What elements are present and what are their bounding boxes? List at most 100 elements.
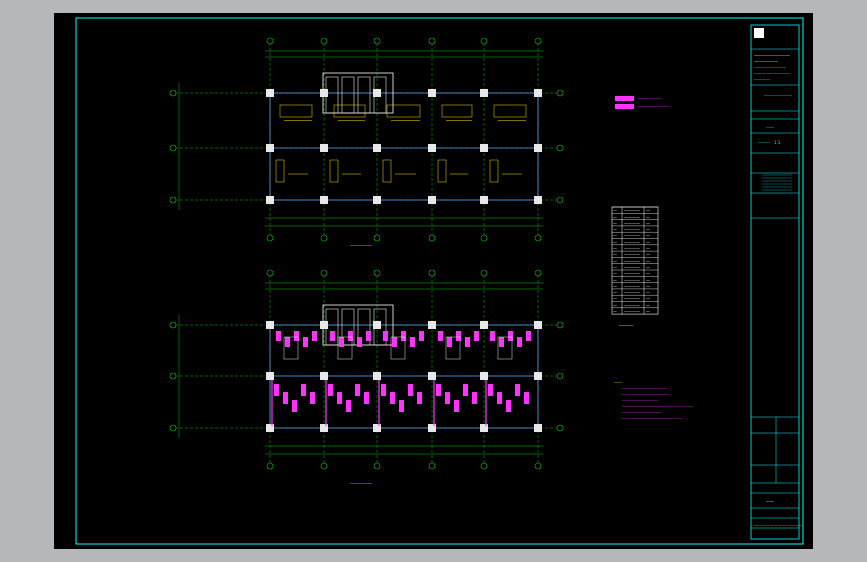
axis-bubble-bottom-0 <box>266 462 274 470</box>
axis-bubble-top-3 <box>428 269 436 277</box>
column-4-2 <box>480 424 488 432</box>
legend-swatch-1 <box>615 96 634 101</box>
upper-plan-caption: ___________ <box>350 241 372 246</box>
column-0-2 <box>266 424 274 432</box>
schedule-cell-8-1: ———— <box>624 258 640 263</box>
schedule-cell-11-0: — <box>613 277 617 282</box>
rebar-mark-2-0 <box>330 331 335 341</box>
axis-bubble-left-0 <box>169 321 177 329</box>
column-5-1 <box>534 372 542 380</box>
axis-bubble-top-2 <box>373 37 381 45</box>
column-0-0 <box>266 89 274 97</box>
axis-bubble-top-1 <box>320 269 328 277</box>
rebar-mark-low-5-3 <box>515 384 520 396</box>
rebar-mark-5-0 <box>490 331 495 341</box>
axis-bubble-right-1 <box>556 372 564 380</box>
rebar-mark-low-3-0 <box>381 384 386 396</box>
schedule-cell-4-2: — <box>646 233 650 238</box>
rebar-mark-low-2-1 <box>337 392 342 404</box>
schedule-cell-0-0: — <box>613 208 617 213</box>
rebar-mark-low-1-1 <box>283 392 288 404</box>
column-5-0 <box>534 321 542 329</box>
company-line-1: ————————— <box>754 53 790 58</box>
schedule-cell-5-0: — <box>613 240 617 245</box>
schedule-cell-11-2: — <box>646 277 650 282</box>
schedule-cell-0-2: — <box>646 208 650 213</box>
column-1-1 <box>320 144 328 152</box>
schedule-cell-14-0: — <box>613 296 617 301</box>
column-0-1 <box>266 372 274 380</box>
rebar-mark-low-2-4 <box>364 392 369 404</box>
schedule-cell-7-1: ———— <box>624 252 640 257</box>
schedule-cell-13-0: — <box>613 290 617 295</box>
column-5-0 <box>534 89 542 97</box>
rebar-mark-2-4 <box>366 331 371 341</box>
rebar-mark-low-1-2 <box>292 400 297 412</box>
rebar-mark-low-2-3 <box>355 384 360 396</box>
schedule-cell-16-2: — <box>646 309 650 314</box>
stair-flight-1 <box>341 76 355 114</box>
rebar-mark-low-5-1 <box>497 392 502 404</box>
note-line-1: ——————————— <box>622 386 666 391</box>
axis-bubble-left-2 <box>169 196 177 204</box>
column-4-2 <box>480 196 488 204</box>
schedule-cell-9-1: ———— <box>624 265 640 270</box>
schedule-cell-13-1: ———— <box>624 290 640 295</box>
schedule-cell-16-1: ———— <box>624 309 640 314</box>
axis-bubble-left-2 <box>169 424 177 432</box>
axis-bubble-right-2 <box>556 196 564 204</box>
schedule-cell-6-1: ———— <box>624 246 640 251</box>
rebar-mark-low-4-3 <box>463 384 468 396</box>
rebar-mark-3-0 <box>383 331 388 341</box>
schedule-cell-4-0: — <box>613 233 617 238</box>
rebar-mark-3-4 <box>419 331 424 341</box>
drawing-sheet: — ———— — — ———— — — ———— — — ———— — — ———— — — ———— — — ———… <box>54 13 813 549</box>
schedule-cell-7-0: — <box>613 252 617 257</box>
axis-bubble-bottom-2 <box>373 462 381 470</box>
schedule-cell-3-2: — <box>646 227 650 232</box>
rebar-mark-low-5-4 <box>524 392 529 404</box>
company-line-3: ———————— <box>754 65 786 70</box>
schedule-cell-0-1: ———— <box>624 208 640 213</box>
schedule-cell-2-2: — <box>646 221 650 226</box>
building-outline <box>269 92 539 201</box>
schedule-cell-9-0: — <box>613 265 617 270</box>
schedule-cell-16-0: — <box>613 309 617 314</box>
rebar-mark-low-3-4 <box>417 392 422 404</box>
column-2-2 <box>373 424 381 432</box>
wall-note-5 <box>489 159 499 183</box>
column-2-2 <box>373 196 381 204</box>
axis-bubble-top-2 <box>373 269 381 277</box>
axis-bubble-bottom-1 <box>320 234 328 242</box>
schedule-cell-4-1: ———— <box>624 233 640 238</box>
company-line-2: —————— <box>754 59 778 64</box>
schedule-cell-15-1: ———— <box>624 303 640 308</box>
rebar-mark-low-5-2 <box>506 400 511 412</box>
axis-bubble-right-0 <box>556 321 564 329</box>
axis-bubble-left-0 <box>169 89 177 97</box>
column-2-0 <box>373 321 381 329</box>
note-line-2: ———————————— <box>622 392 670 397</box>
column-1-2 <box>320 424 328 432</box>
lower-plan-caption: ___________ <box>350 479 372 484</box>
schedule-cell-6-0: — <box>613 246 617 251</box>
column-4-1 <box>480 144 488 152</box>
cad-drawing-canvas: — ———— —— ———— —— ———— —— ———— —— ———— —— ———— —— ———… <box>75 17 804 545</box>
rebar-mark-low-2-2 <box>346 400 351 412</box>
column-0-1 <box>266 144 274 152</box>
rebar-mark-low-3-2 <box>399 400 404 412</box>
schedule-cell-14-1: ———— <box>624 296 640 301</box>
rebar-mark-2-3 <box>357 337 362 347</box>
wall-note-1 <box>275 159 285 183</box>
schedule-cell-10-0: — <box>613 271 617 276</box>
inner-border <box>75 17 804 545</box>
schedule-cell-1-0: — <box>613 214 617 219</box>
axis-bubble-top-4 <box>480 269 488 277</box>
axis-bubble-bottom-4 <box>480 234 488 242</box>
rebar-mark-4-3 <box>465 337 470 347</box>
column-1-0 <box>320 321 328 329</box>
schedule-cell-2-1: ———— <box>624 221 640 226</box>
rebar-mark-4-4 <box>474 331 479 341</box>
column-0-0 <box>266 321 274 329</box>
column-3-1 <box>428 144 436 152</box>
